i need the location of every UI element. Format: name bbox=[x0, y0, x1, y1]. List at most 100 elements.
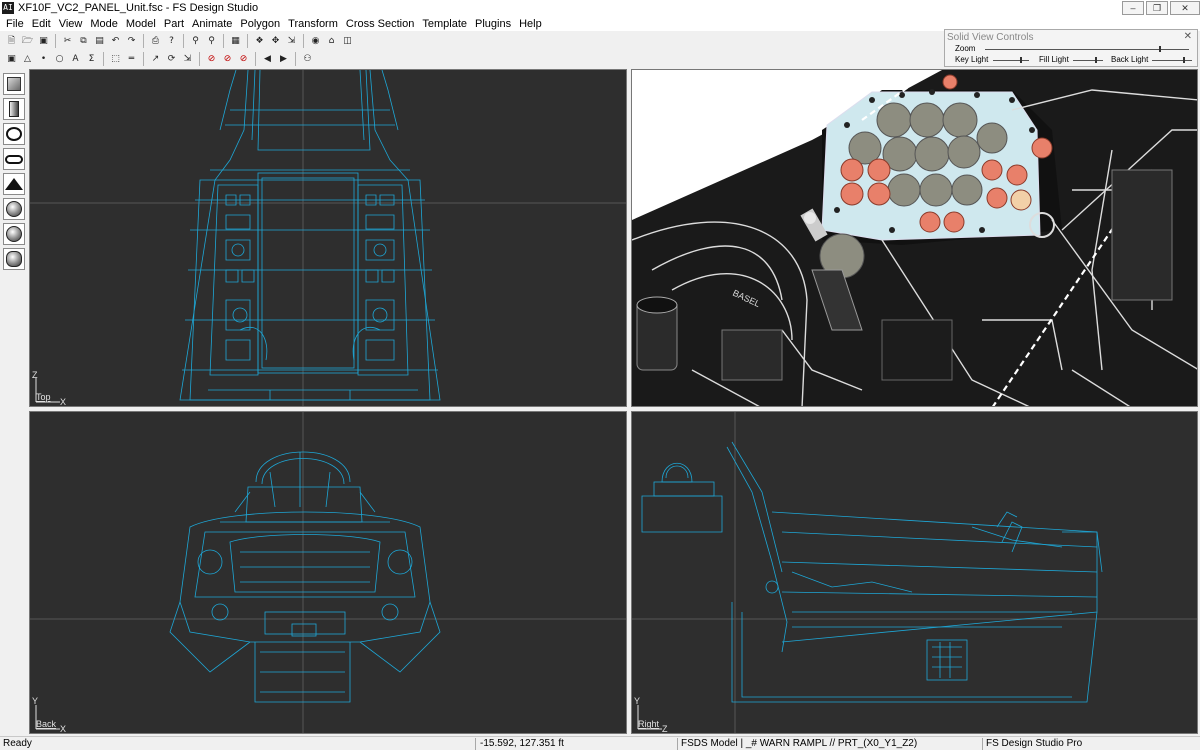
menu-file[interactable]: File bbox=[2, 18, 28, 30]
key-light-track[interactable] bbox=[993, 60, 1029, 61]
toolbar-separator bbox=[295, 51, 296, 66]
stop-icon[interactable]: ⊘ bbox=[220, 52, 235, 66]
viewport-name: Top bbox=[36, 392, 51, 402]
toolbar-separator bbox=[183, 33, 184, 48]
viewport-name: Back bbox=[36, 719, 57, 729]
scale-icon[interactable]: ⇲ bbox=[284, 34, 299, 48]
perspective-render: BASEL bbox=[632, 70, 1197, 406]
menu-model[interactable]: Model bbox=[122, 18, 160, 30]
menu-cross-section[interactable]: Cross Section bbox=[342, 18, 418, 30]
undo-icon[interactable]: ↶ bbox=[108, 34, 123, 48]
status-coords: -15.592, 127.351 ft bbox=[480, 738, 564, 749]
toolbar-separator bbox=[303, 33, 304, 48]
menu-edit[interactable]: Edit bbox=[28, 18, 55, 30]
axis-label-horizontal: Z bbox=[662, 724, 668, 734]
viewport-top[interactable]: Z Top X bbox=[29, 69, 627, 407]
svc-title: Solid View Controls bbox=[947, 32, 1034, 43]
sum-icon[interactable]: Σ bbox=[84, 52, 99, 66]
capsule-tool-icon[interactable] bbox=[3, 148, 25, 170]
back-light-label: Back Light bbox=[1111, 55, 1149, 64]
key-light-slider[interactable] bbox=[1020, 57, 1022, 63]
window-controls: – ❐ ✕ bbox=[1120, 0, 1200, 16]
toolbar-separator bbox=[247, 33, 248, 48]
toolbar-separator bbox=[55, 33, 56, 48]
cut-icon[interactable]: ✂ bbox=[60, 34, 75, 48]
edit-toolbar: ▣ △ • ○ A Σ ⬚ ═ ↗ ⟳ ⇲ ⊘ ⊘ ⊘ ◀ ▶ ⚇ bbox=[0, 50, 316, 67]
viewport-name: Right bbox=[638, 719, 660, 729]
rotate-icon[interactable]: ⟳ bbox=[164, 52, 179, 66]
view-icon[interactable]: ◉ bbox=[308, 34, 323, 48]
solid-view-controls: Solid View Controls ✕ Zoom Key Light Fil… bbox=[944, 29, 1198, 67]
new-icon[interactable]: 🗎 bbox=[4, 34, 19, 48]
binoculars-icon[interactable]: ⚇ bbox=[300, 52, 315, 66]
box-tool-icon[interactable] bbox=[3, 73, 25, 95]
status-mode: FSDS Model | _# WARN RAMPL // PRT_(X0_Y1… bbox=[681, 738, 918, 749]
move-icon[interactable]: ✥ bbox=[268, 34, 283, 48]
select-icon[interactable]: ▣ bbox=[4, 52, 19, 66]
text-icon[interactable]: A bbox=[68, 52, 83, 66]
status-divider bbox=[677, 738, 678, 750]
menu-polygon[interactable]: Polygon bbox=[236, 18, 284, 30]
shape-palette bbox=[0, 70, 28, 736]
toolbar-separator bbox=[199, 51, 200, 66]
menu-template[interactable]: Template bbox=[418, 18, 471, 30]
line-icon[interactable]: ═ bbox=[124, 52, 139, 66]
scale-axis-icon[interactable]: ⇲ bbox=[180, 52, 195, 66]
point-icon[interactable]: • bbox=[36, 52, 51, 66]
stop-icon[interactable]: ⊘ bbox=[236, 52, 251, 66]
back-light-slider[interactable] bbox=[1183, 57, 1185, 63]
axis-label-vertical: Y bbox=[32, 696, 39, 706]
toolbar-separator bbox=[255, 51, 256, 66]
sphere-icon[interactable]: ○ bbox=[52, 52, 67, 66]
fill-light-slider[interactable] bbox=[1095, 57, 1097, 63]
print-icon[interactable]: ⎙ bbox=[148, 34, 163, 48]
close-icon[interactable]: ✕ bbox=[1170, 1, 1200, 15]
close-icon[interactable]: ✕ bbox=[1184, 31, 1192, 42]
back-light-track[interactable] bbox=[1152, 60, 1192, 61]
texture-icon[interactable]: ◫ bbox=[340, 34, 355, 48]
arrow-icon[interactable]: ↗ bbox=[148, 52, 163, 66]
cylinder-tool-icon[interactable] bbox=[3, 98, 25, 120]
right-wireframe bbox=[632, 412, 1197, 733]
marquee-icon[interactable]: ⬚ bbox=[108, 52, 123, 66]
copy-icon[interactable]: ⧉ bbox=[76, 34, 91, 48]
zoom-slider[interactable] bbox=[1159, 46, 1161, 52]
window-title: XF10F_VC2_PANEL_Unit.fsc - FS Design Stu… bbox=[18, 2, 259, 14]
snap-icon[interactable]: ❖ bbox=[252, 34, 267, 48]
viewport-back[interactable]: Y Back X bbox=[29, 411, 627, 734]
wedge-tool-icon[interactable] bbox=[3, 173, 25, 195]
paste-icon[interactable]: ▤ bbox=[92, 34, 107, 48]
save-icon[interactable]: ▣ bbox=[36, 34, 51, 48]
status-divider bbox=[982, 738, 983, 750]
viewport-right[interactable]: Y Right Z bbox=[631, 411, 1198, 734]
viewport-perspective[interactable]: BASEL bbox=[631, 69, 1198, 407]
menu-mode[interactable]: Mode bbox=[86, 18, 122, 30]
geosphere2-tool-icon[interactable] bbox=[3, 223, 25, 245]
open-icon[interactable]: 🗁 bbox=[20, 34, 35, 48]
sphere-tool-icon[interactable] bbox=[3, 123, 25, 145]
menu-transform[interactable]: Transform bbox=[284, 18, 342, 30]
lathe-tool-icon[interactable] bbox=[3, 248, 25, 270]
zoom-in-icon[interactable]: ⚲ bbox=[188, 34, 203, 48]
prev-icon[interactable]: ◀ bbox=[260, 52, 275, 66]
grid-icon[interactable]: ▦ bbox=[228, 34, 243, 48]
menu-plugins[interactable]: Plugins bbox=[471, 18, 515, 30]
geosphere-tool-icon[interactable] bbox=[3, 198, 25, 220]
help-icon[interactable]: ? bbox=[164, 34, 179, 48]
menu-view[interactable]: View bbox=[55, 18, 87, 30]
toolbar-separator bbox=[103, 51, 104, 66]
zoom-out-icon[interactable]: ⚲ bbox=[204, 34, 219, 48]
menu-help[interactable]: Help bbox=[515, 18, 546, 30]
minimize-icon[interactable]: – bbox=[1122, 1, 1144, 15]
maximize-icon[interactable]: ❐ bbox=[1146, 1, 1168, 15]
triangle-icon[interactable]: △ bbox=[20, 52, 35, 66]
home-icon[interactable]: ⌂ bbox=[324, 34, 339, 48]
toolbar-separator bbox=[143, 51, 144, 66]
menu-animate[interactable]: Animate bbox=[188, 18, 236, 30]
app-icon[interactable]: AI bbox=[2, 2, 14, 14]
menu-part[interactable]: Part bbox=[160, 18, 188, 30]
fill-light-track[interactable] bbox=[1073, 60, 1103, 61]
redo-icon[interactable]: ↷ bbox=[124, 34, 139, 48]
stop-icon[interactable]: ⊘ bbox=[204, 52, 219, 66]
next-icon[interactable]: ▶ bbox=[276, 52, 291, 66]
